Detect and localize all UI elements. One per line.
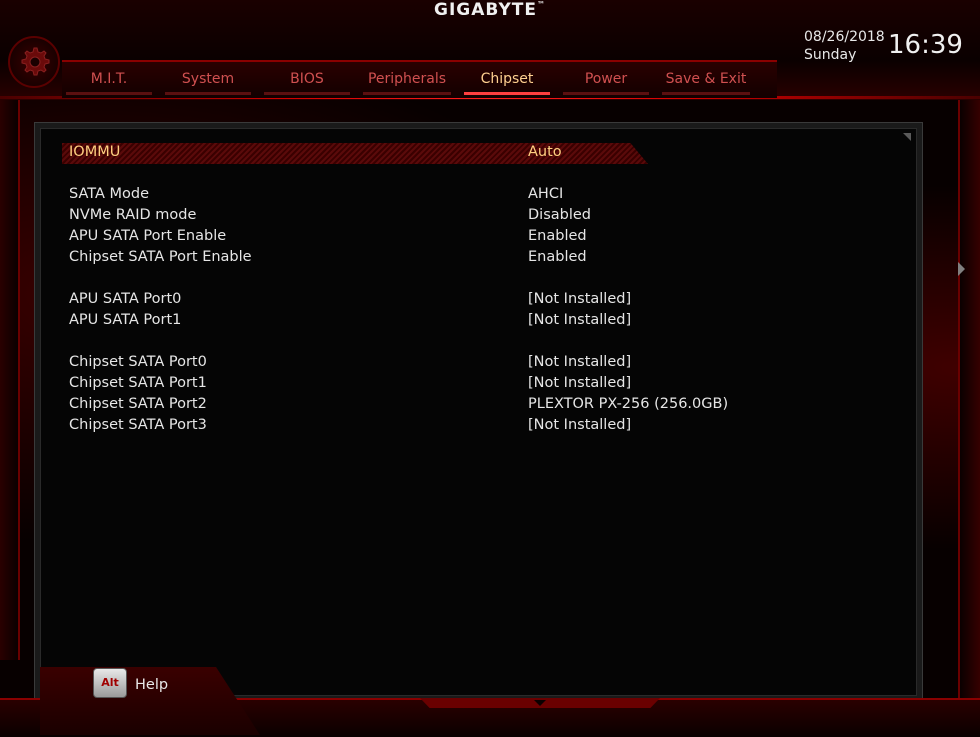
info-label: Chipset SATA Port3 <box>69 417 207 433</box>
day-value: Sunday <box>804 47 857 63</box>
arrow-right-icon[interactable] <box>958 262 965 276</box>
setting-label: APU SATA Port Enable <box>69 228 227 244</box>
info-chipset-sata-port3: Chipset SATA Port3 [Not Installed] <box>69 415 749 435</box>
setting-label: IOMMU <box>69 144 121 160</box>
info-label: APU SATA Port1 <box>69 312 182 328</box>
setting-nvme-raid-mode[interactable]: NVMe RAID mode Disabled <box>69 205 749 225</box>
date-display: 08/26/2018 Sunday <box>804 28 885 64</box>
brand-name: GIGABYTE <box>434 0 537 20</box>
setting-value[interactable]: Enabled <box>528 226 587 246</box>
clock-time: 16:39 <box>888 30 963 60</box>
right-frame <box>958 100 980 720</box>
info-chipset-sata-port0: Chipset SATA Port0 [Not Installed] <box>69 352 749 372</box>
tab-power[interactable]: Power <box>563 66 649 95</box>
info-value: [Not Installed] <box>528 312 632 328</box>
tab-save-exit[interactable]: Save & Exit <box>662 66 750 95</box>
setting-label: SATA Mode <box>69 186 150 202</box>
tab-chipset[interactable]: Chipset <box>464 66 550 95</box>
info-value: [Not Installed] <box>528 354 632 370</box>
tab-mit[interactable]: M.I.T. <box>66 66 152 95</box>
setting-chipset-sata-port-enable[interactable]: Chipset SATA Port Enable Enabled <box>69 247 749 267</box>
info-apu-sata-port0: APU SATA Port0 [Not Installed] <box>69 289 749 309</box>
info-value: [Not Installed] <box>528 291 632 307</box>
date-value: 08/26/2018 <box>804 29 885 45</box>
setting-label: NVMe RAID mode <box>69 207 197 223</box>
info-label: APU SATA Port0 <box>69 291 182 307</box>
info-chipset-sata-port2: Chipset SATA Port2 PLEXTOR PX-256 (256.0… <box>69 394 749 414</box>
setting-value[interactable]: Disabled <box>528 205 591 225</box>
info-value: [Not Installed] <box>528 417 632 433</box>
info-apu-sata-port1: APU SATA Port1 [Not Installed] <box>69 310 749 330</box>
setting-label: Chipset SATA Port Enable <box>69 249 252 265</box>
info-label: Chipset SATA Port2 <box>69 396 207 412</box>
tab-bios[interactable]: BIOS <box>264 66 350 95</box>
arrow-down-icon[interactable] <box>534 700 546 706</box>
left-frame <box>0 100 20 660</box>
setting-value[interactable]: Auto <box>528 142 562 162</box>
alt-key-icon[interactable]: Alt <box>93 668 127 698</box>
setting-value[interactable]: AHCI <box>528 184 563 204</box>
info-chipset-sata-port1: Chipset SATA Port1 [Not Installed] <box>69 373 749 393</box>
help-label[interactable]: Help <box>135 677 168 693</box>
setting-value[interactable]: Enabled <box>528 247 587 267</box>
brand-logo: GIGABYTE™ <box>390 0 590 22</box>
setting-apu-sata-port-enable[interactable]: APU SATA Port Enable Enabled <box>69 226 749 246</box>
info-value: PLEXTOR PX-256 (256.0GB) <box>528 396 729 412</box>
brand-trademark: ™ <box>536 0 546 9</box>
setting-iommu[interactable]: IOMMU Auto <box>69 142 749 162</box>
setting-sata-mode[interactable]: SATA Mode AHCI <box>69 184 749 204</box>
tab-system[interactable]: System <box>165 66 251 95</box>
tab-peripherals[interactable]: Peripherals <box>363 66 451 95</box>
info-value: [Not Installed] <box>528 375 632 391</box>
gear-icon[interactable] <box>8 36 60 88</box>
info-label: Chipset SATA Port1 <box>69 375 207 391</box>
panel-corner-decoration <box>903 133 911 141</box>
info-label: Chipset SATA Port0 <box>69 354 207 370</box>
